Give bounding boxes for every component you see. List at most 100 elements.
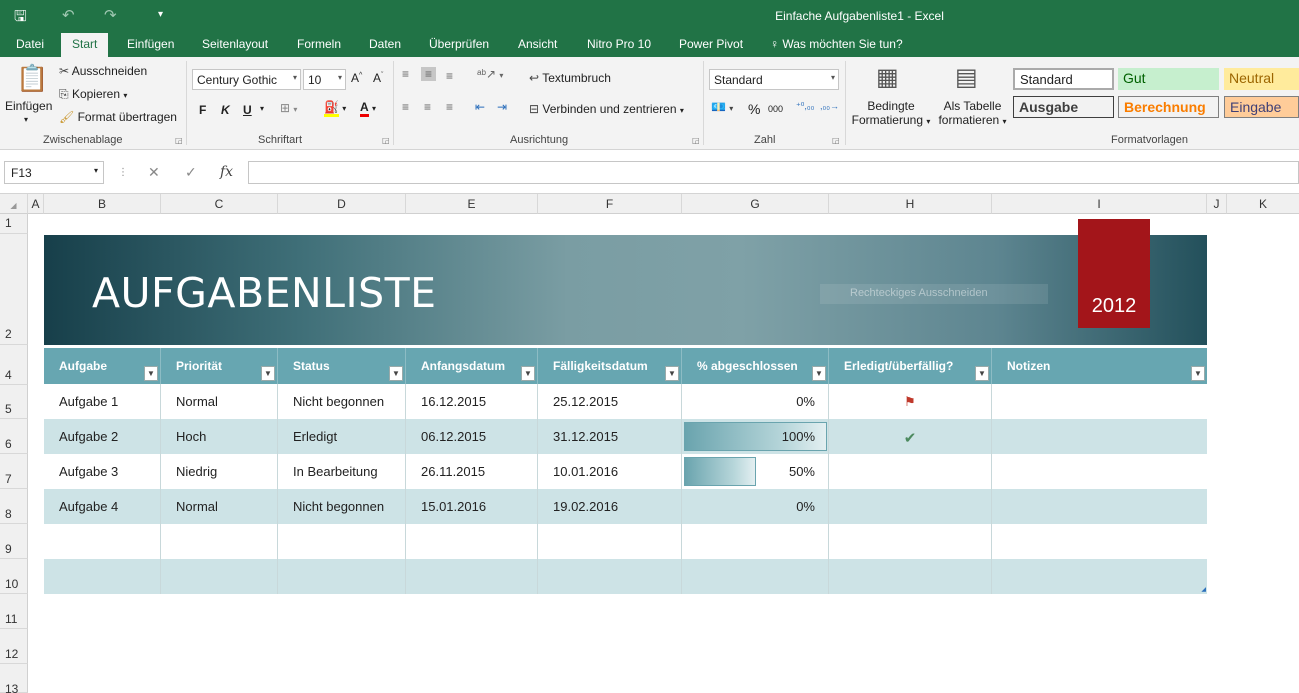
column-header-j[interactable]: J xyxy=(1207,194,1227,214)
tab-nitro[interactable]: Nitro Pro 10 xyxy=(587,37,651,51)
fill-color-icon[interactable]: ⛽ ▾ xyxy=(324,100,346,117)
underline-dropdown-icon[interactable]: ▾ xyxy=(260,104,264,113)
cell-due[interactable]: 25.12.2015 xyxy=(538,384,682,419)
row-header-1[interactable]: 1 xyxy=(0,214,28,234)
row-header-11[interactable]: 11 xyxy=(0,594,28,629)
tab-start[interactable]: Start xyxy=(61,33,109,57)
year-shape[interactable]: 2012 xyxy=(1078,219,1150,328)
row-header-8[interactable]: 8 xyxy=(0,489,28,524)
tab-seitenlayout[interactable]: Seitenlayout xyxy=(202,37,268,51)
cell-empty[interactable]: ◢ xyxy=(992,559,1207,594)
column-header-e[interactable]: E xyxy=(406,194,538,214)
cell-empty[interactable] xyxy=(538,559,682,594)
font-color-icon[interactable]: A ▾ xyxy=(360,100,376,117)
column-header-f[interactable]: F xyxy=(538,194,682,214)
cell-empty[interactable] xyxy=(538,524,682,559)
header-faelligkeitsdatum[interactable]: Fälligkeitsdatum ▼ xyxy=(538,348,682,384)
accounting-format-icon[interactable]: 💶 ▾ xyxy=(711,100,733,114)
increase-indent-icon[interactable]: ⇥ xyxy=(497,100,507,114)
cell-empty[interactable] xyxy=(682,559,829,594)
table-resize-handle-icon[interactable]: ◢ xyxy=(1201,586,1206,593)
font-launcher-icon[interactable]: ◲ xyxy=(382,136,390,145)
cell-task[interactable]: Aufgabe 1 xyxy=(44,384,161,419)
paste-icon[interactable]: 📋 xyxy=(16,63,48,94)
row-header-4[interactable]: 4 xyxy=(0,345,28,385)
cell-done-overdue[interactable]: ✔ xyxy=(829,419,992,454)
style-berechnung[interactable]: Berechnung xyxy=(1118,96,1219,118)
column-header-b[interactable]: B xyxy=(44,194,161,214)
style-gut[interactable]: Gut xyxy=(1118,68,1219,90)
header-erledigt[interactable]: Erledigt/überfällig? ▼ xyxy=(829,348,992,384)
cell-notes[interactable] xyxy=(992,384,1207,419)
row-header-10[interactable]: 10 xyxy=(0,559,28,594)
cancel-icon[interactable]: ✕ xyxy=(148,164,160,181)
align-middle-icon[interactable]: ≡ xyxy=(421,67,437,81)
select-all-corner[interactable]: ◢ xyxy=(0,194,28,214)
align-top-icon[interactable]: ≡ xyxy=(402,67,409,81)
bold-button[interactable]: F xyxy=(199,103,206,117)
cell-task[interactable]: Aufgabe 4 xyxy=(44,489,161,524)
cell-empty[interactable] xyxy=(829,559,992,594)
cell-done-overdue[interactable]: ⚑ xyxy=(829,384,992,419)
cell-empty[interactable] xyxy=(682,524,829,559)
thousands-button[interactable]: 000 xyxy=(768,104,783,114)
header-aufgabe[interactable]: Aufgabe ▼ xyxy=(44,348,161,384)
header-prioritaet[interactable]: Priorität ▼ xyxy=(161,348,278,384)
insert-function-button[interactable]: fx xyxy=(220,164,233,180)
alignment-launcher-icon[interactable]: ◲ xyxy=(692,136,700,145)
cell-empty[interactable] xyxy=(161,524,278,559)
row-header-12[interactable]: 12 xyxy=(0,629,28,664)
cell-task[interactable]: Aufgabe 2 xyxy=(44,419,161,454)
format-as-table-icon[interactable]: ▤ xyxy=(955,63,978,92)
conditional-formatting-button[interactable]: Bedingte Formatierung ▾ xyxy=(851,99,931,127)
cell-status[interactable]: Erledigt xyxy=(278,419,406,454)
cell-start[interactable]: 06.12.2015 xyxy=(406,419,538,454)
font-name-select[interactable]: Century Gothic ▾ xyxy=(192,69,301,90)
align-left-icon[interactable]: ≡ xyxy=(402,100,409,114)
borders-icon[interactable]: ⊞ ▾ xyxy=(280,101,297,115)
column-header-h[interactable]: H xyxy=(829,194,992,214)
cell-start[interactable]: 15.01.2016 xyxy=(406,489,538,524)
style-standard[interactable]: Standard xyxy=(1013,68,1114,90)
decrease-decimal-icon[interactable]: ,₀₀→ xyxy=(820,101,839,111)
row-header-7[interactable]: 7 xyxy=(0,454,28,489)
tab-ansicht[interactable]: Ansicht xyxy=(518,37,557,51)
header-anfangsdatum[interactable]: Anfangsdatum ▼ xyxy=(406,348,538,384)
column-header-d[interactable]: D xyxy=(278,194,406,214)
cell-done-overdue[interactable] xyxy=(829,454,992,489)
cell-due[interactable]: 19.02.2016 xyxy=(538,489,682,524)
number-launcher-icon[interactable]: ◲ xyxy=(832,136,840,145)
tab-power-pivot[interactable]: Power Pivot xyxy=(679,37,743,51)
increase-decimal-icon[interactable]: ⁺⁰,₀₀ xyxy=(796,101,814,112)
cell-priority[interactable]: Hoch xyxy=(161,419,278,454)
cell-percent[interactable]: 50% xyxy=(682,454,829,489)
font-size-select[interactable]: 10 ▾ xyxy=(303,69,346,90)
cell-empty[interactable] xyxy=(829,524,992,559)
cell-priority[interactable]: Normal xyxy=(161,489,278,524)
cell-start[interactable]: 16.12.2015 xyxy=(406,384,538,419)
cell-empty[interactable] xyxy=(44,559,161,594)
tab-formeln[interactable]: Formeln xyxy=(297,37,341,51)
cell-notes[interactable] xyxy=(992,419,1207,454)
italic-button[interactable]: K xyxy=(221,103,230,117)
tab-datei[interactable]: Datei xyxy=(16,37,44,51)
filter-dropdown-icon[interactable]: ▼ xyxy=(812,366,826,381)
tell-me-search[interactable]: ♀ Was möchten Sie tun? xyxy=(770,37,903,51)
cell-status[interactable]: Nicht begonnen xyxy=(278,384,406,419)
tab-ueberpruefen[interactable]: Überprüfen xyxy=(429,37,489,51)
cell-empty[interactable] xyxy=(278,559,406,594)
align-bottom-icon[interactable]: ≡ xyxy=(446,69,453,83)
cell-percent[interactable]: 100% xyxy=(682,419,829,454)
name-box[interactable]: F13 ▾ xyxy=(4,161,104,184)
cell-notes[interactable] xyxy=(992,489,1207,524)
cell-status[interactable]: Nicht begonnen xyxy=(278,489,406,524)
cell-empty[interactable] xyxy=(406,559,538,594)
tab-daten[interactable]: Daten xyxy=(369,37,401,51)
align-right-icon[interactable]: ≡ xyxy=(446,100,453,114)
row-header-13[interactable]: 13 xyxy=(0,664,28,693)
filter-dropdown-icon[interactable]: ▼ xyxy=(1191,366,1205,381)
format-painter-button[interactable]: 🖌 Format übertragen xyxy=(59,110,177,124)
style-neutral[interactable]: Neutral xyxy=(1224,68,1299,90)
filter-dropdown-icon[interactable]: ▼ xyxy=(389,366,403,381)
percent-button[interactable]: % xyxy=(748,101,760,117)
